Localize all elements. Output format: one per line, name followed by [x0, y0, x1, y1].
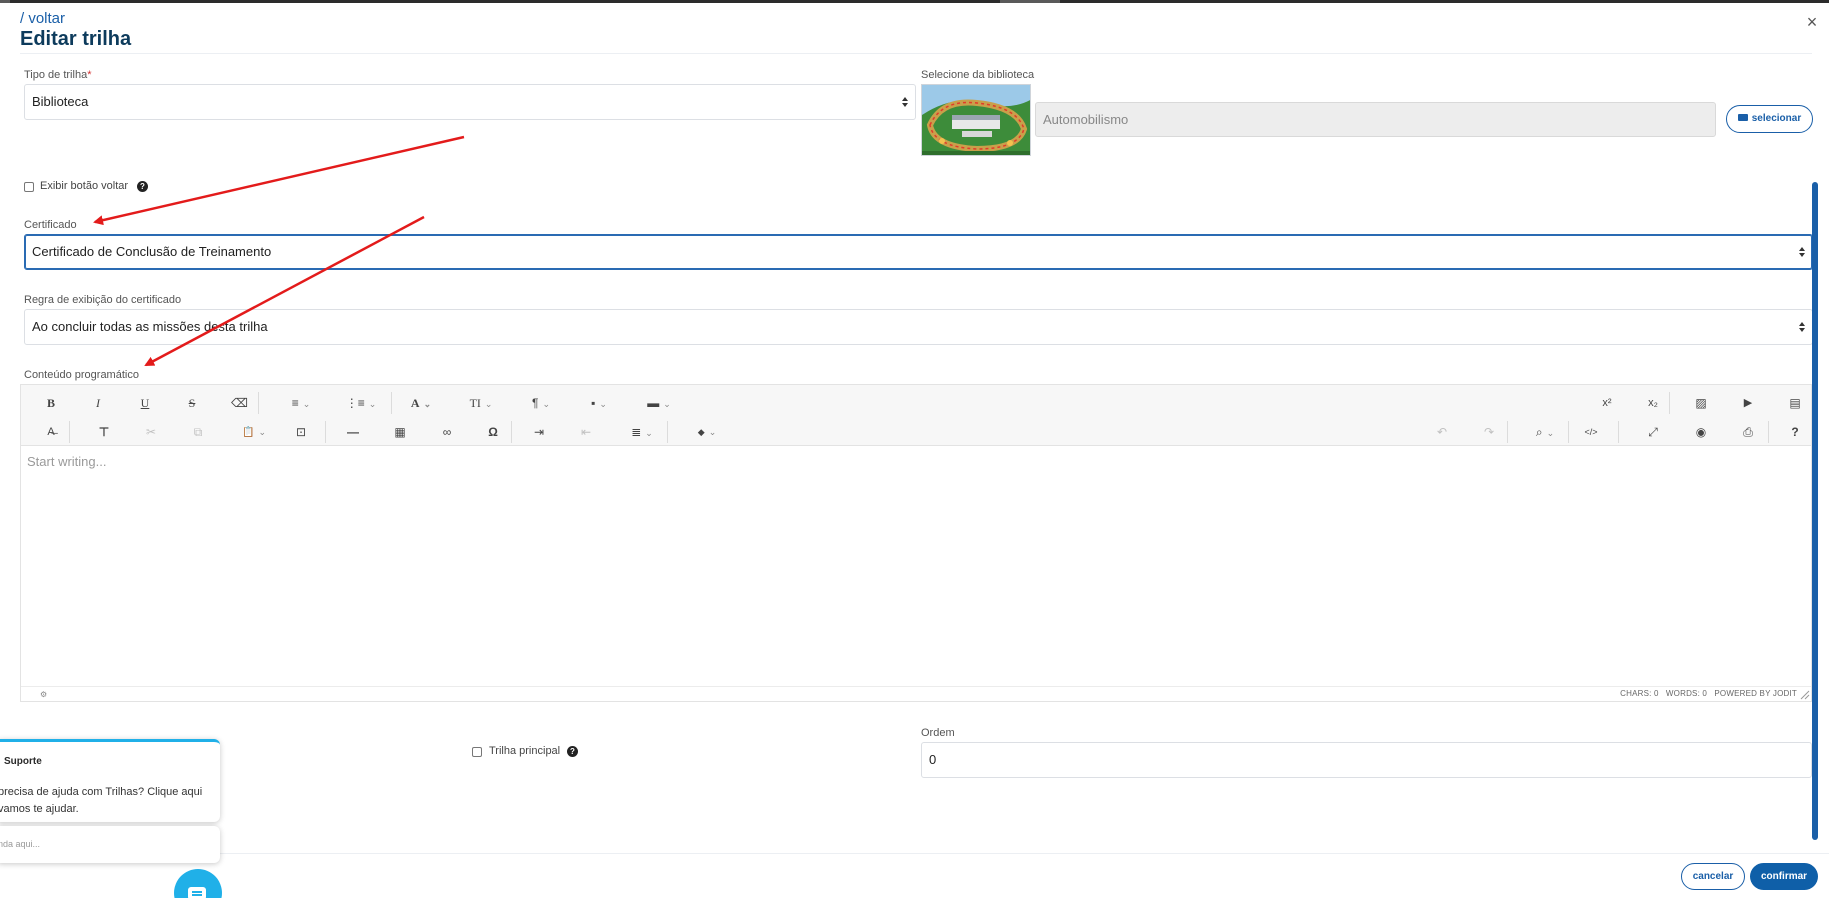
undo-icon[interactable]: ↶	[1434, 422, 1450, 442]
select-caret-icon	[1799, 322, 1805, 332]
toolbar-separator	[391, 392, 392, 414]
biblioteca-input: Automobilismo	[1035, 102, 1716, 137]
exibir-voltar-checkbox[interactable]	[24, 182, 34, 192]
editor-placeholder: Start writing...	[27, 454, 107, 469]
toolbar-separator	[325, 421, 326, 443]
strikethrough-icon[interactable]: S	[184, 393, 200, 413]
library-thumbnail	[921, 84, 1031, 156]
toolbar-separator	[1618, 421, 1619, 443]
cut-icon[interactable]: ✂	[143, 422, 159, 442]
close-icon[interactable]: ×	[1803, 12, 1821, 32]
select-all-icon[interactable]: ⊡	[293, 422, 309, 442]
source-code-icon[interactable]: </>	[1579, 422, 1603, 442]
scrollbar[interactable]	[1812, 182, 1818, 840]
file-icon[interactable]: ▤	[1785, 393, 1805, 413]
editor-statusbar: ⚙ CHARS: 0 WORDS: 0 POWERED BY JODIT	[21, 686, 1811, 701]
underline-icon[interactable]: U	[137, 393, 153, 413]
copy-icon[interactable]: ⧉	[190, 422, 206, 442]
toolbar-separator	[667, 421, 668, 443]
selecionar-button[interactable]: selecionar	[1726, 105, 1813, 133]
image-icon[interactable]: ▨	[1691, 393, 1711, 413]
biblioteca-label: Selecione da biblioteca	[921, 69, 1035, 81]
support-chat-panel: Suporte precisa de ajuda com Trilhas? Cl…	[0, 739, 220, 822]
find-icon[interactable]: ⌕ ⌄	[1527, 422, 1563, 442]
print-icon[interactable]: ⎙	[1738, 422, 1758, 442]
toolbar-separator	[1768, 421, 1769, 443]
chat-launcher-button[interactable]	[174, 869, 222, 898]
subscript-icon[interactable]: x₂	[1643, 393, 1663, 413]
chat-input[interactable]: nda aqui...	[0, 826, 220, 863]
horizontal-rule-icon[interactable]: —	[345, 422, 361, 442]
line-height-icon[interactable]: ▬ ⌄	[639, 393, 679, 413]
toolbar-separator	[1568, 421, 1569, 443]
confirm-button[interactable]: confirmar	[1750, 863, 1818, 890]
indent-icon[interactable]: ⇥	[531, 422, 547, 442]
outdent-icon[interactable]: ⇤	[578, 422, 594, 442]
trilha-principal-label: Trilha principal	[489, 745, 561, 757]
chat-bubble-icon	[188, 887, 206, 898]
ordem-input[interactable]: 0	[921, 742, 1812, 778]
help-icon[interactable]: ?	[137, 181, 148, 192]
regra-select[interactable]: Ao concluir todas as missões desta trilh…	[24, 309, 1813, 345]
ordered-list-icon[interactable]: ⋮≡ ⌄	[341, 393, 381, 413]
align-icon[interactable]: ≣ ⌄	[624, 422, 660, 442]
header-divider	[20, 53, 1812, 54]
cancel-button[interactable]: cancelar	[1681, 863, 1745, 890]
font-icon[interactable]: A ⌄	[403, 393, 439, 413]
browser-top-strip	[0, 0, 1829, 3]
editor-stats: CHARS: 0 WORDS: 0 POWERED BY JODIT	[1620, 689, 1797, 698]
bold-icon[interactable]: B	[43, 393, 59, 413]
format-painter-icon[interactable]: ⊤	[96, 422, 112, 442]
select-caret-icon	[1799, 247, 1805, 257]
certificado-select[interactable]: Certificado de Conclusão de Treinamento	[24, 234, 1813, 270]
preview-icon[interactable]: ◉	[1691, 422, 1711, 442]
paragraph-icon[interactable]: ¶ ⌄	[523, 393, 559, 413]
classname-icon[interactable]: ▪ ⌄	[581, 393, 617, 413]
fullsize-icon[interactable]: ⤢	[1643, 422, 1663, 442]
back-link[interactable]: / voltar	[20, 10, 131, 27]
resize-handle-icon[interactable]	[1800, 690, 1810, 700]
trilha-principal-checkbox[interactable]	[472, 747, 482, 757]
page-header: / voltar Editar trilha	[20, 10, 131, 51]
special-characters-icon[interactable]: Ω	[485, 422, 501, 442]
chat-title: Suporte	[4, 756, 42, 767]
folder-icon	[1737, 113, 1748, 121]
toolbar-separator	[1669, 392, 1670, 414]
table-icon[interactable]: ▦	[392, 422, 408, 442]
brush-icon[interactable]: ◆ ⌄	[689, 422, 725, 442]
conteudo-label: Conteúdo programático	[24, 369, 139, 381]
tipo-label: Tipo de trilha*	[24, 69, 92, 81]
settings-icon[interactable]: ⚙	[40, 690, 47, 699]
arrow-to-certificado	[93, 135, 465, 226]
toolbar-separator	[258, 392, 259, 414]
eraser-icon[interactable]: ⌫	[231, 393, 248, 413]
editor-toolbar: B I U S ⌫ ≡ ⌄ ⋮≡ ⌄ A ⌄ TI ⌄ ¶ ⌄ ▪ ⌄ ▬ ⌄ x² x₂ ▨…	[21, 385, 1811, 446]
unordered-list-icon[interactable]: ≡ ⌄	[283, 393, 319, 413]
spellcheck-icon[interactable]: A̶	[43, 422, 59, 442]
superscript-icon[interactable]: x²	[1597, 393, 1617, 413]
redo-icon[interactable]: ↷	[1481, 422, 1497, 442]
toolbar-separator	[511, 421, 512, 443]
certificado-label: Certificado	[24, 219, 77, 231]
toolbar-separator	[69, 421, 70, 443]
link-icon[interactable]: ∞	[439, 422, 455, 442]
chat-message: precisa de ajuda com Trilhas? Clique aqu…	[0, 786, 203, 815]
video-icon[interactable]: ▶	[1738, 393, 1758, 413]
font-size-icon[interactable]: TI ⌄	[463, 393, 499, 413]
paste-icon[interactable]: 📋 ⌄	[236, 422, 272, 442]
footer-divider	[0, 853, 1829, 854]
tipo-select[interactable]: Biblioteca	[24, 84, 916, 120]
exibir-voltar-label: Exibir botão voltar	[40, 180, 129, 192]
toolbar-separator	[1507, 421, 1508, 443]
select-caret-icon	[902, 97, 908, 107]
regra-label: Regra de exibição do certificado	[24, 294, 182, 306]
about-icon[interactable]: ?	[1785, 422, 1805, 442]
help-icon[interactable]: ?	[567, 746, 578, 757]
italic-icon[interactable]: I	[90, 393, 106, 413]
ordem-label: Ordem	[921, 727, 955, 739]
rich-text-editor[interactable]: B I U S ⌫ ≡ ⌄ ⋮≡ ⌄ A ⌄ TI ⌄ ¶ ⌄ ▪ ⌄ ▬ ⌄ x² x₂ ▨…	[20, 384, 1812, 702]
page-title: Editar trilha	[20, 28, 132, 50]
